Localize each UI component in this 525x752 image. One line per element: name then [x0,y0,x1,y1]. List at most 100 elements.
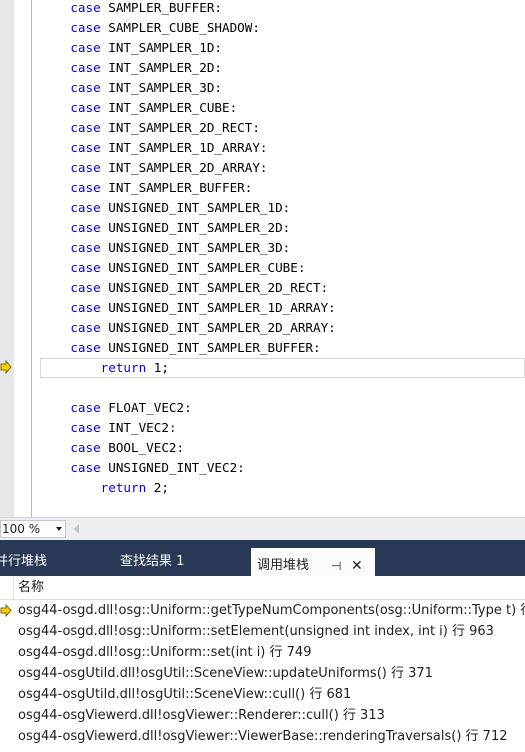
code-line[interactable]: case BOOL_VEC2: [40,438,525,458]
call-stack-frame-text: osg44-osgUtild.dll!osgUtil::SceneView::u… [18,666,433,681]
code-keyword: case [70,160,101,175]
code-keyword: case [70,0,101,15]
code-text: SAMPLER_BUFFER: [100,0,223,15]
code-line[interactable]: case INT_SAMPLER_2D_ARRAY: [40,158,525,178]
call-stack-header: 名称 [0,576,525,600]
call-stack-frame-text: osg44-osgd.dll!osg::Uniform::getTypeNumC… [18,603,525,618]
code-keyword: case [70,60,101,75]
code-keyword: case [70,180,101,195]
code-line[interactable]: return 2; [40,478,525,498]
scroll-left-arrow-icon[interactable] [74,524,79,534]
code-text: UNSIGNED_INT_SAMPLER_CUBE: [100,260,306,275]
call-stack-frame-text: osg44-osgViewerd.dll!osgViewer::Renderer… [18,708,385,723]
code-keyword: return [100,360,147,375]
call-stack-row[interactable]: osg44-osgUtild.dll!osgUtil::SceneView::c… [0,684,525,705]
code-line[interactable]: case INT_VEC2: [40,418,525,438]
call-stack-frame-text: osg44-osgUtild.dll!osgUtil::SceneView::c… [18,687,352,702]
code-keyword: case [70,120,101,135]
code-keyword: case [70,320,101,335]
call-stack-frame-text: osg44-osgViewerd.dll!osgViewer::ViewerBa… [18,729,508,744]
call-stack-rows: osg44-osgd.dll!osg::Uniform::getTypeNumC… [0,600,525,747]
current-frame-arrow-icon [0,604,12,617]
tab-find-results-1[interactable]: 查找结果 1 [120,540,184,576]
code-line[interactable]: case INT_SAMPLER_1D_ARRAY: [40,138,525,158]
code-keyword: case [70,340,101,355]
code-text: BOOL_VEC2: [100,440,185,455]
code-text: UNSIGNED_INT_SAMPLER_2D: [100,220,291,235]
code-text: INT_SAMPLER_1D_ARRAY: [100,140,268,155]
code-line[interactable]: case UNSIGNED_INT_VEC2: [40,458,525,478]
code-text: UNSIGNED_INT_SAMPLER_2D_RECT: [100,280,329,295]
breakpoint-margin[interactable] [0,0,14,517]
column-header-name[interactable]: 名称 [18,576,44,600]
call-stack-row[interactable]: osg44-osgd.dll!osg::Uniform::setElement(… [0,621,525,642]
code-text: UNSIGNED_INT_SAMPLER_1D_ARRAY: [100,300,336,315]
tab-label: 调用堆栈 [257,558,310,573]
code-line[interactable]: case INT_SAMPLER_BUFFER: [40,178,525,198]
code-keyword: return [100,480,147,495]
code-line[interactable]: case INT_SAMPLER_CUBE: [40,98,525,118]
call-stack-row[interactable]: osg44-osgd.dll!osg::Uniform::set(int i) … [0,642,525,663]
code-keyword: case [70,260,101,275]
code-text: UNSIGNED_INT_VEC2: [100,460,245,475]
code-keyword: case [70,460,101,475]
code-line[interactable]: case INT_SAMPLER_1D: [40,38,525,58]
code-line[interactable]: case UNSIGNED_INT_SAMPLER_CUBE: [40,258,525,278]
code-line[interactable]: case UNSIGNED_INT_SAMPLER_2D: [40,218,525,238]
code-editor[interactable]: case SAMPLER_BUFFER: case SAMPLER_CUBE_S… [0,0,525,517]
code-keyword: case [70,100,101,115]
toolwindow-tab-strip: 并行堆栈 查找结果 1 调用堆栈 ⊣ ✕ [0,540,525,576]
code-lines[interactable]: case SAMPLER_BUFFER: case SAMPLER_CUBE_S… [40,0,525,498]
code-text: INT_VEC2: [100,420,177,435]
code-text: INT_SAMPLER_3D: [100,80,223,95]
code-text: INT_SAMPLER_2D: [100,60,223,75]
code-line[interactable] [40,378,525,398]
code-line[interactable]: case UNSIGNED_INT_SAMPLER_3D: [40,238,525,258]
call-stack-panel: 名称 osg44-osgd.dll!osg::Uniform::getTypeN… [0,576,525,752]
code-line[interactable]: case SAMPLER_CUBE_SHADOW: [40,18,525,38]
code-line[interactable]: case INT_SAMPLER_2D_RECT: [40,118,525,138]
code-line[interactable]: case INT_SAMPLER_3D: [40,78,525,98]
zoom-level-value: 100 % [2,522,41,536]
column-separator[interactable] [13,576,14,600]
call-stack-row[interactable]: osg44-osgUtild.dll!osgUtil::SceneView::u… [0,663,525,684]
code-keyword: case [70,20,101,35]
code-line[interactable]: case UNSIGNED_INT_SAMPLER_1D_ARRAY: [40,298,525,318]
code-line-current[interactable]: return 1; [40,358,525,378]
code-text: INT_SAMPLER_BUFFER: [100,180,253,195]
tab-parallel-stacks[interactable]: 并行堆栈 [0,540,47,576]
tab-label: 查找结果 1 [120,554,185,569]
call-stack-frame-text: osg44-osgd.dll!osg::Uniform::set(int i) … [18,645,312,660]
call-stack-row[interactable]: osg44-osgViewerd.dll!osgViewer::ViewerBa… [0,726,525,747]
code-text: INT_SAMPLER_CUBE: [100,100,238,115]
code-keyword: case [70,440,101,455]
code-line[interactable]: case SAMPLER_BUFFER: [40,0,525,18]
code-keyword: case [70,280,101,295]
code-keyword: case [70,80,101,95]
code-line[interactable]: case FLOAT_VEC2: [40,398,525,418]
editor-zoom-bar: 100 % [0,517,525,540]
zoom-level-dropdown[interactable]: 100 % [0,520,66,538]
code-line[interactable]: case UNSIGNED_INT_SAMPLER_1D: [40,198,525,218]
code-text: INT_SAMPLER_2D_ARRAY: [100,160,268,175]
code-line[interactable]: case UNSIGNED_INT_SAMPLER_BUFFER: [40,338,525,358]
tab-call-stack[interactable]: 调用堆栈 ⊣ ✕ [251,548,375,576]
code-line[interactable]: case UNSIGNED_INT_SAMPLER_2D_RECT: [40,278,525,298]
call-stack-row[interactable]: osg44-osgd.dll!osg::Uniform::getTypeNumC… [0,600,525,621]
call-stack-row[interactable]: osg44-osgViewerd.dll!osgViewer::Renderer… [0,705,525,726]
code-line[interactable]: case INT_SAMPLER_2D: [40,58,525,78]
code-line[interactable]: case UNSIGNED_INT_SAMPLER_2D_ARRAY: [40,318,525,338]
